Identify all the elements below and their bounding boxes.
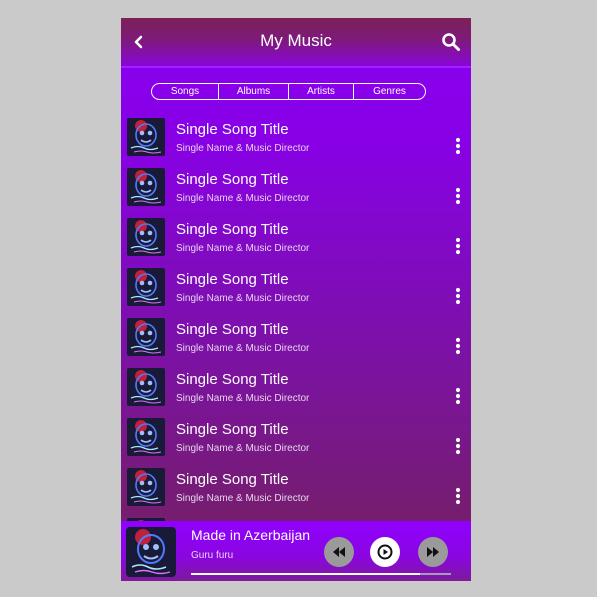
song-row[interactable]: Single Song Title Single Name & Music Di… [121, 265, 471, 315]
song-subtitle: Single Name & Music Director [176, 193, 310, 204]
now-playing-artist: Guru furu [191, 550, 234, 561]
song-subtitle: Single Name & Music Director [176, 393, 310, 404]
category-tabs: Songs Albums Artists Genres [151, 83, 426, 100]
page-title: My Music [260, 31, 332, 50]
song-title: Single Song Title [176, 321, 289, 338]
play-icon [377, 544, 393, 560]
album-art-image [127, 368, 165, 406]
song-subtitle: Single Name & Music Director [176, 493, 310, 504]
rewind-button[interactable] [324, 537, 354, 567]
album-art-image[interactable] [126, 527, 176, 577]
song-subtitle: Single Name & Music Director [176, 293, 310, 304]
song-row[interactable]: Single Song Title Single Name & Music Di… [121, 365, 471, 415]
song-title: Single Song Title [176, 221, 289, 238]
more-vertical-icon[interactable] [454, 187, 462, 205]
fast-forward-button[interactable] [418, 537, 448, 567]
more-vertical-icon[interactable] [454, 137, 462, 155]
more-vertical-icon[interactable] [454, 287, 462, 305]
progress-fill [191, 573, 420, 575]
song-row[interactable]: Single Song Title Single Name & Music Di… [121, 165, 471, 215]
song-title: Single Song Title [176, 471, 289, 488]
tab-albums[interactable]: Albums [219, 84, 289, 99]
song-title: Single Song Title [176, 271, 289, 288]
song-list[interactable]: Single Song Title Single Name & Music Di… [121, 112, 471, 522]
album-art-image [127, 468, 165, 506]
more-vertical-icon[interactable] [454, 437, 462, 455]
song-title: Single Song Title [176, 171, 289, 188]
more-vertical-icon[interactable] [454, 337, 462, 355]
search-icon [442, 33, 460, 51]
tab-genres[interactable]: Genres [354, 84, 425, 99]
app-header: My Music [121, 18, 471, 68]
song-subtitle: Single Name & Music Director [176, 443, 310, 454]
now-playing-title: Made in Azerbaijan [191, 527, 311, 543]
album-art-image [127, 118, 165, 156]
song-title: Single Song Title [176, 121, 289, 138]
fast-forward-icon [427, 547, 439, 557]
rewind-icon [333, 547, 345, 557]
album-art-image [127, 268, 165, 306]
search-button[interactable] [441, 32, 461, 52]
progress-bar[interactable] [191, 573, 451, 575]
album-art-image [127, 418, 165, 456]
song-subtitle: Single Name & Music Director [176, 243, 310, 254]
more-vertical-icon[interactable] [454, 387, 462, 405]
song-row[interactable]: Single Song Title Single Name & Music Di… [121, 215, 471, 265]
album-art-image [127, 168, 165, 206]
tab-songs[interactable]: Songs [152, 84, 219, 99]
play-button[interactable] [370, 537, 400, 567]
tab-artists[interactable]: Artists [289, 84, 354, 99]
song-row[interactable]: Single Song Title Single Name & Music Di… [121, 415, 471, 465]
song-subtitle: Single Name & Music Director [176, 343, 310, 354]
song-title: Single Song Title [176, 371, 289, 388]
song-row[interactable]: Single Song Title Single Name & Music Di… [121, 465, 471, 515]
album-art-image [127, 218, 165, 256]
song-row[interactable]: Single Song Title Single Name & Music Di… [121, 315, 471, 365]
music-app-screen: My Music Songs Albums Artists Genres Sin… [121, 18, 471, 581]
song-title: Single Song Title [176, 421, 289, 438]
more-vertical-icon[interactable] [454, 487, 462, 505]
song-row[interactable]: Single Song Title Single Name & Music Di… [121, 115, 471, 165]
now-playing-bar: Made in Azerbaijan Guru furu [121, 521, 471, 581]
more-vertical-icon[interactable] [454, 237, 462, 255]
album-art-image [127, 318, 165, 356]
song-subtitle: Single Name & Music Director [176, 143, 310, 154]
